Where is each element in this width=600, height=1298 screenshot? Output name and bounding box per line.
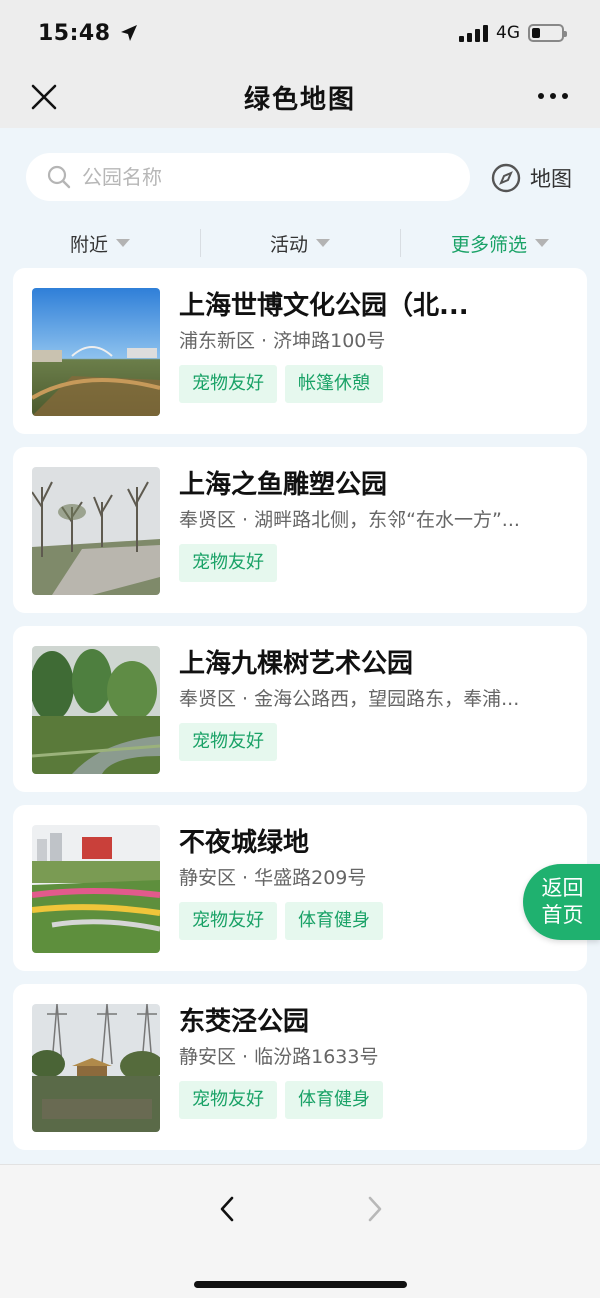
park-card[interactable]: 上海九棵树艺术公园 奉贤区 · 金海公路西，望园路东，奉浦... 宠物友好 bbox=[13, 626, 587, 792]
network-type: 4G bbox=[496, 23, 520, 43]
tag-list: 宠物友好 bbox=[179, 723, 567, 761]
tag: 宠物友好 bbox=[179, 1081, 277, 1119]
tag-list: 宠物友好 体育健身 bbox=[179, 1081, 567, 1119]
park-photo bbox=[32, 646, 160, 774]
signal-icon bbox=[459, 24, 488, 42]
park-photo bbox=[32, 1004, 160, 1132]
bottom-toolbar bbox=[0, 1164, 600, 1298]
park-photo bbox=[32, 467, 160, 595]
compass-icon bbox=[491, 163, 521, 193]
park-info: 上海世博文化公园（北... 浦东新区 · 济坤路100号 宠物友好 帐篷休憩 bbox=[179, 288, 567, 434]
home-button-line2: 首页 bbox=[541, 903, 584, 927]
caret-down-icon bbox=[316, 239, 330, 247]
filter-label: 活动 bbox=[269, 233, 308, 256]
filter-bar: 附近 活动 更多筛选 bbox=[0, 222, 600, 264]
location-arrow-icon bbox=[120, 25, 137, 41]
park-address: 奉贤区 · 湖畔路北侧，东邻“在水一方”... bbox=[179, 509, 520, 531]
tag: 宠物友好 bbox=[179, 365, 277, 403]
more-icon[interactable] bbox=[538, 86, 574, 106]
filter-activity[interactable]: 活动 bbox=[200, 229, 400, 257]
tag-list: 宠物友好 bbox=[179, 544, 567, 582]
home-button[interactable]: 返回 首页 bbox=[523, 864, 600, 940]
tag-list: 宠物友好 体育健身 bbox=[179, 902, 567, 940]
status-time: 15:48 bbox=[38, 20, 111, 46]
filter-nearby[interactable]: 附近 bbox=[0, 229, 200, 257]
park-name: 东茭泾公园 bbox=[179, 1007, 310, 1037]
map-label: 地图 bbox=[530, 167, 572, 191]
tag-list: 宠物友好 帐篷休憩 bbox=[179, 365, 567, 403]
map-button[interactable]: 地图 bbox=[490, 158, 572, 198]
park-info: 上海九棵树艺术公园 奉贤区 · 金海公路西，望园路东，奉浦... 宠物友好 bbox=[179, 646, 567, 792]
park-card[interactable]: 东茭泾公园 静安区 · 临汾路1633号 宠物友好 体育健身 bbox=[13, 984, 587, 1150]
home-indicator bbox=[194, 1281, 407, 1288]
park-address: 静安区 · 临汾路1633号 bbox=[179, 1046, 379, 1068]
tag: 帐篷休憩 bbox=[285, 365, 383, 403]
park-address: 奉贤区 · 金海公路西，望园路东，奉浦... bbox=[179, 688, 520, 710]
caret-down-icon bbox=[535, 239, 549, 247]
park-address: 静安区 · 华盛路209号 bbox=[179, 867, 367, 889]
park-name: 不夜城绿地 bbox=[179, 828, 310, 858]
park-name: 上海九棵树艺术公园 bbox=[179, 649, 414, 679]
park-card[interactable]: 不夜城绿地 静安区 · 华盛路209号 宠物友好 体育健身 bbox=[13, 805, 587, 971]
tag: 宠物友好 bbox=[179, 544, 277, 582]
forward-arrow-icon[interactable] bbox=[360, 1195, 388, 1223]
filter-label: 附近 bbox=[69, 233, 108, 256]
filter-more[interactable]: 更多筛选 bbox=[400, 229, 600, 257]
park-address: 浦东新区 · 济坤路100号 bbox=[179, 330, 386, 352]
search-input[interactable] bbox=[82, 165, 442, 189]
close-icon[interactable] bbox=[28, 81, 60, 113]
tag: 体育健身 bbox=[285, 1081, 383, 1119]
battery-icon bbox=[528, 24, 567, 42]
search-icon bbox=[47, 165, 71, 189]
page-title: 绿色地图 bbox=[243, 84, 356, 115]
home-button-line1: 返回 bbox=[541, 876, 584, 900]
status-indicators: 4G bbox=[459, 23, 567, 43]
park-info: 东茭泾公园 静安区 · 临汾路1633号 宠物友好 体育健身 bbox=[179, 1004, 567, 1150]
caret-down-icon bbox=[116, 239, 130, 247]
screen: 15:48 4G 绿色地图 公园名称 地图 附近 活动 更多筛选 上海世博文化公… bbox=[0, 0, 600, 1298]
park-photo bbox=[32, 825, 160, 953]
park-card[interactable]: 上海世博文化公园（北... 浦东新区 · 济坤路100号 宠物友好 帐篷休憩 bbox=[13, 268, 587, 434]
search-box[interactable] bbox=[26, 153, 470, 201]
filter-label: 更多筛选 bbox=[450, 233, 527, 256]
nav-bar: 绿色地图 bbox=[0, 66, 600, 128]
back-arrow-icon[interactable] bbox=[214, 1195, 242, 1223]
battery-level bbox=[532, 28, 541, 38]
status-bar: 15:48 4G bbox=[0, 0, 600, 66]
tag: 体育健身 bbox=[285, 902, 383, 940]
tag: 宠物友好 bbox=[179, 723, 277, 761]
park-info: 上海之鱼雕塑公园 奉贤区 · 湖畔路北侧，东邻“在水一方”... 宠物友好 bbox=[179, 467, 567, 613]
park-name: 上海之鱼雕塑公园 bbox=[179, 470, 388, 500]
park-info: 不夜城绿地 静安区 · 华盛路209号 宠物友好 体育健身 bbox=[179, 825, 567, 971]
tag: 宠物友好 bbox=[179, 902, 277, 940]
park-photo bbox=[32, 288, 160, 416]
park-name: 上海世博文化公园（北... bbox=[179, 291, 469, 321]
park-card[interactable]: 上海之鱼雕塑公园 奉贤区 · 湖畔路北侧，东邻“在水一方”... 宠物友好 bbox=[13, 447, 587, 613]
